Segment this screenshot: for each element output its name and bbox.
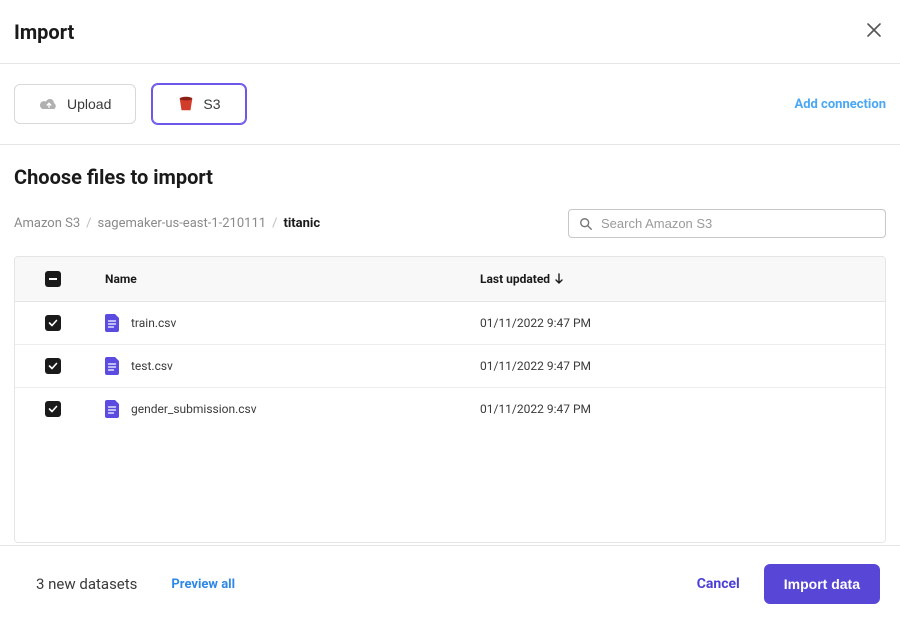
table-body: train.csv 01/11/2022 9:47 PM test.csv 01…	[15, 302, 885, 542]
file-date: 01/11/2022 9:47 PM	[480, 402, 855, 416]
search-icon	[579, 217, 593, 231]
search-input-wrap[interactable]	[568, 209, 886, 238]
tab-s3[interactable]: S3	[152, 84, 245, 124]
file-icon	[105, 314, 121, 332]
section-heading: Choose files to import	[14, 165, 886, 189]
arrow-down-icon	[554, 273, 564, 285]
preview-all-link[interactable]: Preview all	[171, 577, 235, 592]
add-connection-link[interactable]: Add connection	[794, 97, 886, 112]
close-icon	[866, 22, 882, 38]
table-row[interactable]: train.csv 01/11/2022 9:47 PM	[15, 302, 885, 345]
select-all-checkbox[interactable]	[45, 271, 61, 287]
file-date: 01/11/2022 9:47 PM	[480, 359, 855, 373]
col-header-name[interactable]: Name	[105, 272, 480, 286]
tab-upload[interactable]: Upload	[14, 84, 136, 124]
import-data-button[interactable]: Import data	[764, 564, 880, 604]
file-name: train.csv	[131, 316, 176, 330]
breadcrumb-item[interactable]: sagemaker-us-east-1-210111	[98, 216, 267, 231]
tab-upload-label: Upload	[67, 96, 111, 112]
breadcrumb-current: titanic	[283, 216, 320, 231]
row-checkbox[interactable]	[45, 358, 61, 374]
source-tabs: Upload S3	[14, 84, 246, 124]
file-name: test.csv	[131, 359, 173, 373]
breadcrumb-item[interactable]: Amazon S3	[14, 216, 80, 231]
page-title: Import	[14, 20, 74, 44]
source-tabs-row: Upload S3 Add connection	[0, 64, 900, 145]
row-checkbox[interactable]	[45, 315, 61, 331]
cancel-button[interactable]: Cancel	[697, 576, 740, 592]
footer-right: Cancel Import data	[697, 564, 880, 604]
s3-bucket-icon	[177, 95, 195, 113]
breadcrumb-separator: /	[86, 216, 91, 231]
table-row[interactable]: gender_submission.csv 01/11/2022 9:47 PM	[15, 388, 885, 430]
modal-header: Import	[0, 0, 900, 64]
cloud-upload-icon	[39, 96, 59, 112]
footer-left: 3 new datasets Preview all	[36, 575, 235, 593]
table-row[interactable]: test.csv 01/11/2022 9:47 PM	[15, 345, 885, 388]
tab-s3-label: S3	[203, 96, 220, 112]
dataset-count-text: 3 new datasets	[36, 575, 137, 593]
breadcrumb-separator: /	[272, 216, 277, 231]
file-date: 01/11/2022 9:47 PM	[480, 316, 855, 330]
file-icon	[105, 400, 121, 418]
col-header-last-updated-label: Last updated	[480, 272, 550, 286]
files-table: Name Last updated train.csv 01/11/2022 9…	[14, 256, 886, 543]
file-icon	[105, 357, 121, 375]
breadcrumb: Amazon S3 / sagemaker-us-east-1-210111 /…	[14, 216, 320, 231]
file-name: gender_submission.csv	[131, 402, 257, 416]
breadcrumb-search-row: Amazon S3 / sagemaker-us-east-1-210111 /…	[14, 209, 886, 238]
footer-bar: 3 new datasets Preview all Cancel Import…	[0, 545, 900, 624]
table-header-row: Name Last updated	[15, 257, 885, 302]
search-input[interactable]	[601, 216, 875, 231]
col-header-last-updated[interactable]: Last updated	[480, 272, 855, 286]
close-button[interactable]	[862, 18, 886, 45]
choose-files-section: Choose files to import Amazon S3 / sagem…	[0, 145, 900, 543]
row-checkbox[interactable]	[45, 401, 61, 417]
